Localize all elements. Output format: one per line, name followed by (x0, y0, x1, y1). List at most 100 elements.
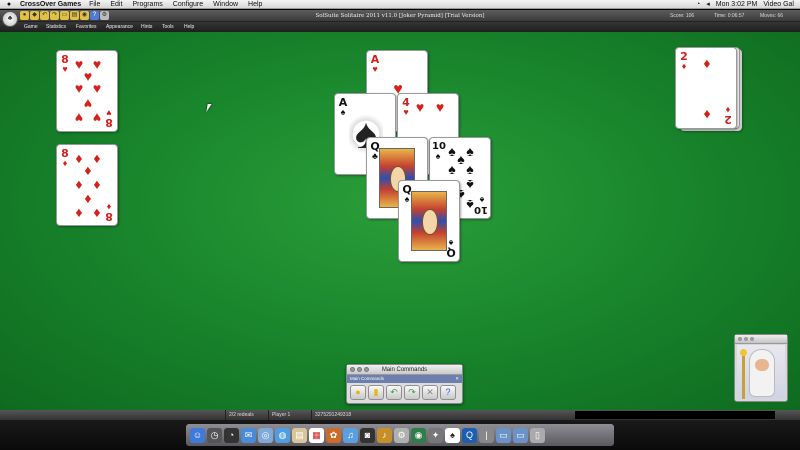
card-suit: ♠ (435, 151, 441, 161)
wifi-icon[interactable]: ◔ (696, 0, 700, 9)
crossover-icon[interactable]: ✦ (428, 427, 443, 443)
main-commands-palette[interactable]: Main Commands Main Commands ✕ ● ▮ ↶ ↷ ✕ … (346, 364, 463, 404)
zoom-window-button[interactable] (750, 337, 754, 341)
card-suit: ♦ (681, 61, 687, 71)
menubar-clock[interactable]: Mon 3:02 PM (716, 0, 758, 9)
hint-icon[interactable]: ◉ (80, 11, 89, 20)
menu-tools[interactable]: Tools (162, 22, 174, 32)
wizard-avatar[interactable] (737, 345, 785, 399)
mail-icon[interactable]: ✉ (241, 427, 256, 443)
menu-help-game[interactable]: Help (184, 22, 194, 32)
character-titlebar[interactable] (735, 335, 787, 344)
help-icon[interactable]: ? (90, 11, 99, 20)
restart-icon[interactable]: ◆ (30, 11, 39, 20)
status-bar: 2/2 redeals Player 1 3275291249318 (0, 410, 800, 420)
diamond-pip: ♦ (703, 55, 711, 71)
heart-pip: ♥ (83, 96, 93, 112)
calendar-icon[interactable]: ▦ (309, 427, 324, 443)
menu-programs[interactable]: Programs (132, 0, 162, 9)
palette-close-icon[interactable]: ✕ (455, 375, 459, 383)
divider: | (479, 427, 494, 443)
menu-window[interactable]: Window (213, 0, 238, 9)
time-machine-icon[interactable]: ◉ (411, 427, 426, 443)
menu-game[interactable]: Game (24, 22, 38, 32)
new-game-icon[interactable]: ● (20, 11, 29, 20)
minimize-window-button[interactable] (357, 367, 362, 372)
menubar-user[interactable]: Video Gal (763, 0, 794, 9)
card-suit: ♥ (403, 107, 409, 117)
restart-button[interactable]: ▮ (368, 385, 384, 400)
menu-file[interactable]: File (89, 0, 100, 9)
heart-pip: ♥ (415, 99, 425, 115)
palette-subtitle: Main Commands (350, 376, 385, 381)
redo-button[interactable]: ↷ (404, 385, 420, 400)
character-window[interactable] (734, 334, 788, 402)
apple-icon[interactable]: ● (4, 0, 14, 9)
card-8-diamonds[interactable]: 8 ♦ 8 ♦ ♦ ♦ ♦ ♦ ♦ ♦ ♦ ♦ (56, 144, 118, 226)
ichat-icon[interactable]: ◍ (275, 427, 290, 443)
volume-icon[interactable]: ◂ (706, 0, 710, 9)
undo-icon[interactable]: ↶ (40, 11, 49, 20)
spade-pip: ♠ (466, 161, 474, 177)
options-icon[interactable]: ⚙ (100, 11, 109, 20)
diamond-pip: ♦ (703, 107, 711, 123)
card-queen-spades[interactable]: Q ♠ Q ♠ (398, 180, 460, 262)
help-button[interactable]: ? (440, 385, 456, 400)
card-8-hearts[interactable]: 8 ♥ 8 ♥ ♥ ♥ ♥ ♥ ♥ ♥ ♥ ♥ (56, 50, 118, 132)
menu-favorites[interactable]: Favorites (76, 22, 97, 32)
safari-icon[interactable]: ◎ (258, 427, 273, 443)
menu-configure[interactable]: Configure (173, 0, 203, 9)
trash-icon[interactable]: ▯ (530, 427, 545, 443)
diamond-pip: ♦ (75, 204, 83, 220)
minimize-window-button[interactable] (744, 337, 748, 341)
finder-icon[interactable]: ☺ (190, 427, 205, 443)
heart-pip: ♥ (74, 80, 84, 96)
new-deal-button[interactable]: ● (350, 385, 366, 400)
wizard-hair (749, 349, 775, 397)
downloads-folder-icon[interactable]: ▭ (513, 427, 528, 443)
iphoto-icon[interactable]: ✿ (326, 427, 341, 443)
app-titlebar: ● ◆ ↶ ↷ ▭ ▤ ◉ ? ⚙ SolSuite Solitaire 201… (0, 10, 800, 22)
redo-icon[interactable]: ↷ (50, 11, 59, 20)
card-2-diamonds[interactable]: 2 ♦ 2 ♦ ♦ ♦ (675, 47, 737, 129)
zoom-window-button[interactable] (364, 367, 369, 372)
score-display: Score: 106 (670, 13, 695, 19)
diamond-pip: ♦ (93, 176, 101, 192)
address-book-icon[interactable]: ▤ (292, 427, 307, 443)
close-window-button[interactable] (350, 367, 355, 372)
open-icon[interactable]: ▭ (60, 11, 69, 20)
diamond-pip: ♦ (84, 190, 92, 206)
toolbar: ● ◆ ↶ ↷ ▭ ▤ ◉ ? ⚙ (20, 11, 109, 20)
game-logo-icon[interactable]: ♣ (2, 11, 18, 27)
clock-icon[interactable]: ◔ (224, 427, 239, 443)
undo-button[interactable]: ↶ (386, 385, 402, 400)
menu-app-name[interactable]: CrossOver Games (20, 0, 81, 9)
diamond-pip: ♦ (93, 204, 101, 220)
documents-folder-icon[interactable]: ▭ (496, 427, 511, 443)
close-window-button[interactable] (738, 337, 742, 341)
solitaire-icon[interactable]: ♠ (445, 427, 460, 443)
palette-title: Main Commands (381, 367, 428, 373)
photo-booth-icon[interactable]: ◙ (360, 427, 375, 443)
menu-hints[interactable]: Hints (141, 22, 152, 32)
itunes-icon[interactable]: ♫ (343, 427, 358, 443)
garageband-icon[interactable]: ♪ (377, 427, 392, 443)
heart-pip: ♥ (92, 80, 102, 96)
menu-statistics[interactable]: Statistics (46, 22, 66, 32)
spade-pip: ♠ (448, 161, 456, 177)
redeals-status: 2/2 redeals (225, 410, 254, 420)
menu-help[interactable]: Help (248, 0, 262, 9)
dashboard-icon[interactable]: ◷ (207, 427, 222, 443)
system-preferences-icon[interactable]: ⚙ (394, 427, 409, 443)
diamond-pip: ♦ (84, 162, 92, 178)
menu-edit[interactable]: Edit (110, 0, 122, 9)
game-seed: 3275291249318 (311, 410, 351, 420)
palette-titlebar[interactable]: Main Commands (347, 365, 462, 375)
card-suit: ♠ (340, 107, 346, 117)
quicktime-icon[interactable]: Q (462, 427, 477, 443)
status-progress-area (575, 411, 775, 419)
menu-appearance[interactable]: Appearance (106, 22, 133, 32)
save-icon[interactable]: ▤ (70, 11, 79, 20)
game-menubar: Game Statistics Favorites Appearance Hin… (0, 22, 800, 32)
hint-button[interactable]: ✕ (422, 385, 438, 400)
